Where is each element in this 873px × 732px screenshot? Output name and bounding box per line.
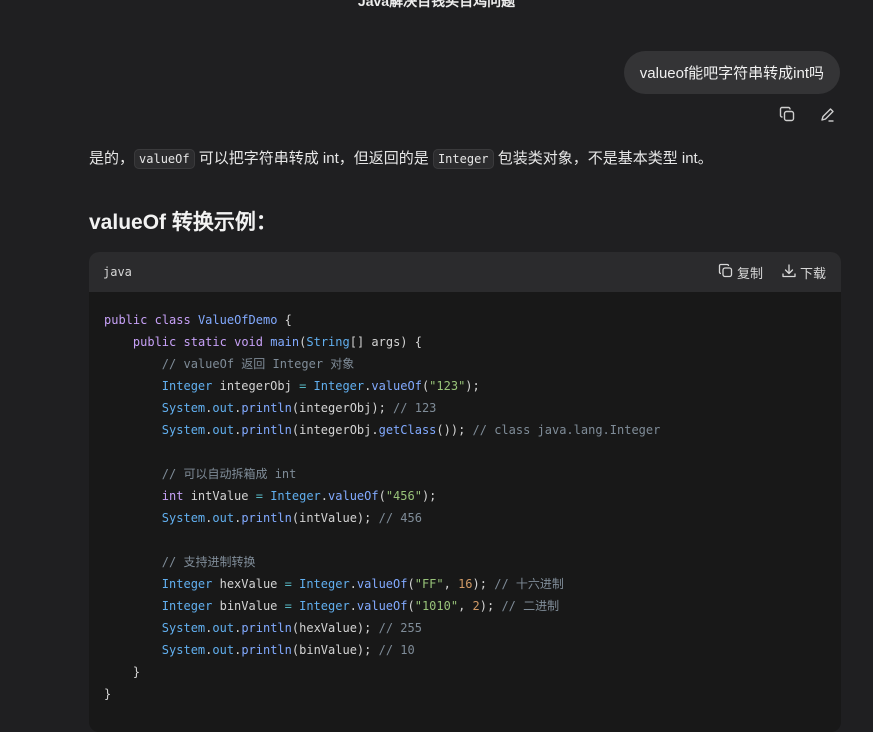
code-line: int intValue = Integer.valueOf("456"); — [161, 489, 437, 503]
code-line: System.out.println(integerObj); // 123 — [161, 401, 437, 415]
code-language-label: java — [103, 265, 132, 279]
code-line: // valueOf 返回 Integer 对象 — [161, 357, 355, 371]
intro-text-after: 包装类对象，不是基本类型 int。 — [493, 150, 713, 167]
code-line: } — [104, 665, 141, 679]
code-line: System.out.println(binValue); // 10 — [161, 643, 415, 657]
download-code-button[interactable]: 下载 — [781, 263, 826, 282]
code-line: Integer integerObj = Integer.valueOf("12… — [161, 379, 480, 393]
code-line: Integer binValue = Integer.valueOf("1010… — [161, 599, 560, 613]
code-line: } — [104, 687, 112, 701]
code-line: public class ValueOfDemo { — [104, 313, 292, 327]
code-line: System.out.println(hexValue); // 255 — [161, 621, 422, 635]
intro-text-middle: 可以把字符串转成 int，但返回的是 — [194, 150, 433, 167]
code-content: public class ValueOfDemo { public static… — [89, 292, 841, 705]
code-line: ​ — [104, 441, 826, 463]
code-block-header: java 复制 下载 — [89, 252, 841, 292]
code-line: Integer hexValue = Integer.valueOf("FF",… — [161, 577, 564, 591]
copy-icon — [718, 263, 734, 282]
user-message-bubble: valueof能吧字符串转成int吗 — [623, 51, 840, 94]
code-line: ​ — [104, 529, 826, 551]
code-line: System.out.println(intValue); // 456 — [161, 511, 422, 525]
code-line: // 支持进制转换 — [161, 555, 256, 569]
download-code-label: 下载 — [799, 265, 826, 281]
user-message-text: valueof能吧字符串转成int吗 — [639, 65, 824, 82]
code-line: System.out.println(integerObj.getClass()… — [161, 423, 661, 437]
answer-intro: 是的， valueOf 可以把字符串转成 int，但返回的是 Integer 包装… — [89, 147, 849, 171]
copy-icon[interactable] — [777, 104, 797, 124]
download-icon — [781, 263, 797, 282]
section-heading: valueOf 转换示例： — [89, 211, 277, 234]
inline-code-integer: Integer — [432, 149, 494, 169]
inline-code-valueof: valueOf — [134, 149, 195, 169]
code-block: java 复制 下载 public class ValueOfDemo {pu… — [89, 252, 841, 732]
copy-code-label: 复制 — [736, 265, 763, 281]
intro-text-before: 是的， — [89, 150, 135, 167]
conversation-title: Java解决百钱买百鸡问题 — [357, 0, 516, 9]
code-line: public static void main(String[] args) { — [132, 335, 422, 349]
edit-icon[interactable] — [817, 104, 837, 124]
copy-code-button[interactable]: 复制 — [718, 263, 763, 282]
code-line: // 可以自动拆箱成 int — [161, 467, 297, 481]
user-message-actions — [777, 104, 837, 124]
code-block-actions: 复制 下载 — [718, 263, 826, 282]
